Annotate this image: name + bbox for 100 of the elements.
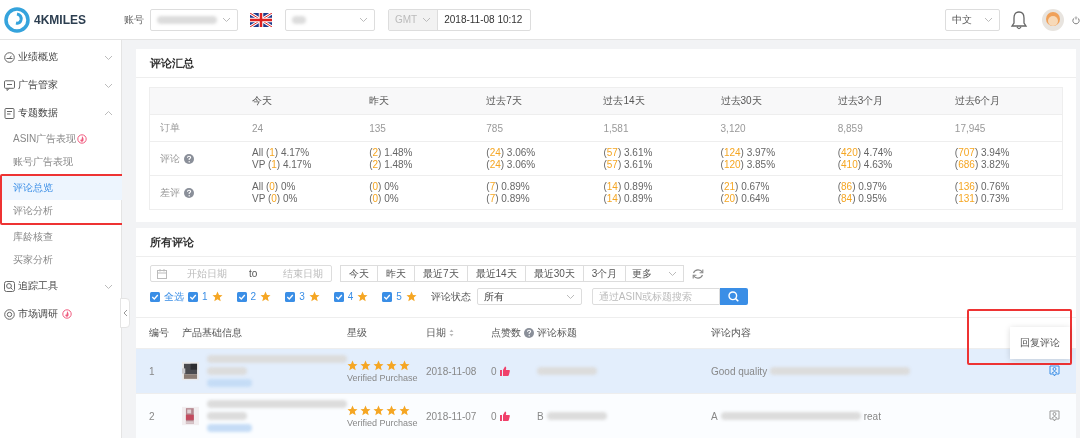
range-button[interactable]: 3个月 [583, 265, 627, 282]
card-title: 所有评论 [150, 234, 194, 250]
search-field[interactable]: 通过ASIN或标题搜索 [591, 288, 720, 305]
calendar-icon [157, 268, 167, 279]
stat-value: 3,120 [720, 122, 746, 134]
column-header: 过去7天 [486, 94, 522, 108]
column-header: 产品基础信息 [182, 326, 242, 340]
stat-value: (2) 1.48% [369, 147, 413, 158]
stat-value: VP (0) 0% [252, 193, 298, 204]
more-select[interactable]: 更多 [626, 265, 685, 282]
star-icon [308, 291, 320, 302]
checkbox[interactable] [150, 291, 160, 302]
search-icon [728, 291, 740, 302]
stat-value: (124) 3.97% [720, 147, 776, 158]
checkbox[interactable] [333, 291, 344, 302]
checkbox-label: 2 [250, 291, 257, 302]
checkbox-label: 3 [299, 291, 305, 302]
chevron-down-icon [422, 16, 432, 23]
table-cell: 0 [491, 365, 497, 377]
stat-value: All (0) 0% [252, 181, 296, 192]
range-button[interactable]: 昨天 [378, 265, 415, 282]
stat-value: (131) 0.73% [954, 193, 1010, 204]
stat-value: 8,859 [837, 122, 863, 134]
flag-icon[interactable] [250, 12, 272, 27]
range-button[interactable]: 今天 [340, 265, 378, 282]
table-cell: 2018-11-07 [426, 410, 477, 422]
stat-value: All (1) 4.17% [252, 147, 310, 158]
datetime-text: 2018-11-08 10:12 [444, 14, 523, 25]
range-button[interactable]: 最近14天 [467, 265, 526, 282]
scan-icon [4, 280, 15, 292]
column-header: 昨天 [369, 94, 390, 108]
sidebar-item[interactable]: 广告管家 [0, 71, 121, 99]
stat-value: 17,945 [954, 122, 986, 134]
stat-value: 135 [369, 122, 386, 134]
sidebar-subitem[interactable]: 买家分析 [0, 248, 121, 272]
blurred-text [292, 15, 306, 24]
checkbox[interactable] [382, 291, 393, 302]
sidebar-subitem[interactable]: 账号广告表现 [0, 150, 121, 174]
star-icon [360, 404, 371, 416]
refresh-icon[interactable] [692, 267, 705, 280]
chevron-down-icon [984, 16, 993, 23]
checkbox[interactable] [236, 291, 247, 302]
sidebar-subitem[interactable]: 库龄核查 [0, 225, 121, 249]
table-cell: 0 [491, 410, 497, 422]
chevron-left-icon [122, 309, 128, 317]
stat-value: (120) 3.85% [720, 159, 776, 170]
star-icon [360, 359, 371, 371]
range-button[interactable]: 最近30天 [525, 265, 584, 282]
sidebar-item[interactable]: 市场调研 [0, 300, 121, 328]
column-header: 编号 [149, 326, 169, 340]
card-title: 评论汇总 [150, 55, 194, 71]
star-icon [347, 404, 358, 416]
stat-value: (136) 0.76% [954, 181, 1010, 192]
avatar-icon[interactable] [1042, 8, 1064, 31]
stat-value: (24) 3.06% [486, 147, 536, 158]
star-icon [399, 359, 410, 371]
search-button[interactable] [719, 288, 748, 305]
reply-icon[interactable] [1048, 410, 1060, 422]
table-cell: 2 [149, 410, 155, 422]
tooltip: 回复评论 [1010, 327, 1070, 359]
checkbox-label: 1 [202, 291, 208, 302]
checkbox[interactable] [188, 291, 198, 302]
stat-value: (0) 0% [369, 181, 399, 192]
status-select[interactable]: 所有 [476, 288, 582, 305]
star-icon [386, 404, 397, 416]
table-cell: Good quality [711, 365, 768, 377]
status-label: 评论状态 [430, 289, 471, 304]
language-select[interactable]: 中文 [945, 8, 1000, 31]
stat-value: (686) 3.82% [954, 159, 1010, 170]
sort-icon[interactable] [449, 329, 454, 337]
stat-value: (420) 4.74% [837, 147, 893, 158]
logo-text: 4KMILES [34, 12, 86, 27]
chevron-down-icon [359, 16, 368, 23]
stat-value: (7) 0.89% [486, 193, 530, 204]
logo-icon [4, 6, 30, 33]
table-cell: A [711, 410, 718, 422]
star-icon [357, 291, 369, 302]
star-icon [373, 404, 384, 416]
table-cell: B [537, 410, 544, 422]
stat-value: (0) 0% [369, 193, 399, 204]
sidebar-item[interactable]: 追踪工具 [0, 272, 121, 300]
table-row[interactable]: 2 Verified Purchase 2018-11-07 0 B A reat [136, 394, 1076, 438]
thumbs-up-icon [499, 411, 510, 421]
sidebar-subitem[interactable]: ASIN广告表现 [0, 127, 121, 151]
sidebar-item[interactable]: 业绩概览 [0, 43, 121, 71]
column-header: 过去30天 [720, 94, 762, 108]
star-icon [211, 291, 223, 302]
stat-value: (21) 0.67% [720, 181, 770, 192]
globe-icon [4, 308, 15, 320]
document-icon [4, 107, 15, 119]
reply-icon[interactable] [1048, 365, 1060, 377]
checkbox[interactable] [285, 291, 296, 302]
bell-icon[interactable] [1010, 9, 1028, 30]
verified-label: Verified Purchase [347, 417, 418, 428]
stat-value: (57) 3.61% [603, 147, 653, 158]
sidebar-item[interactable]: 专题数据 [0, 99, 121, 127]
range-button[interactable]: 最近7天 [415, 265, 468, 282]
column-header: 过去14天 [603, 94, 645, 108]
collapse-handle[interactable] [120, 298, 130, 328]
sidebar-subitem[interactable]: 评论分析 [2, 199, 123, 223]
